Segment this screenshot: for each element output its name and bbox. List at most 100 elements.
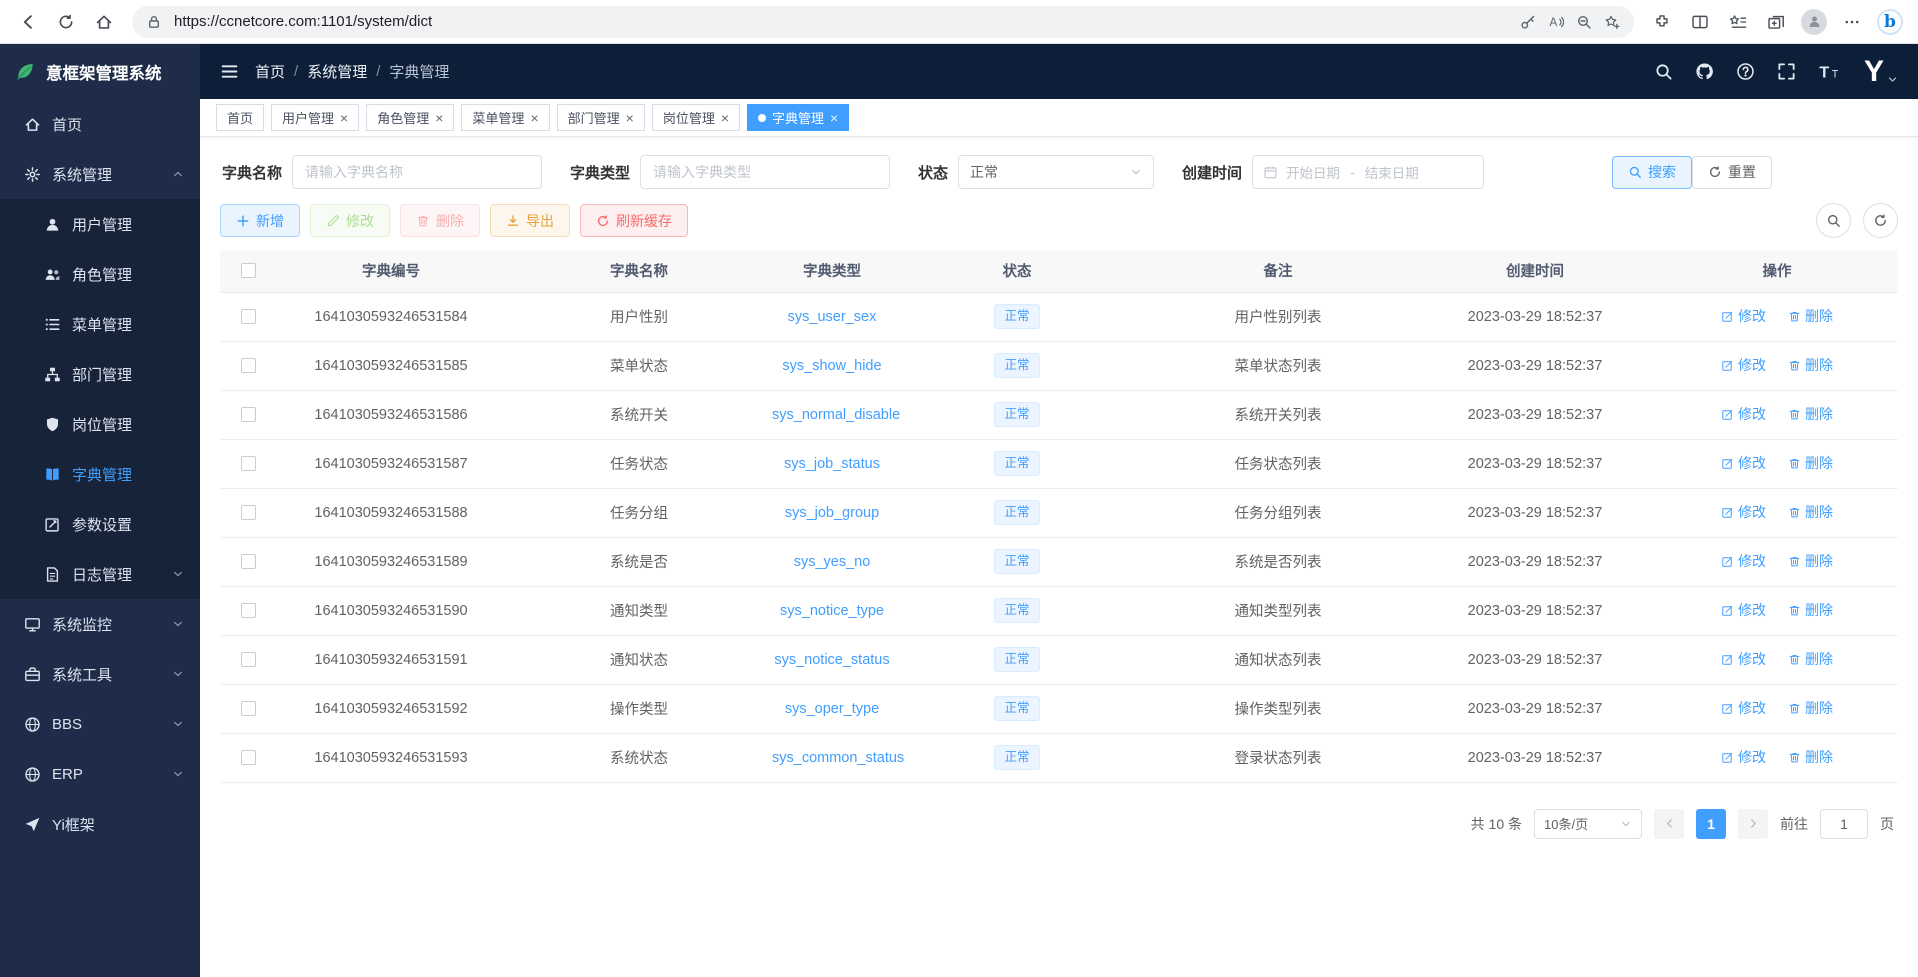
delete-row-button[interactable]: 删除 — [1788, 404, 1833, 424]
row-checkbox[interactable] — [241, 505, 256, 520]
split-screen-button[interactable] — [1682, 4, 1718, 40]
page-size-select[interactable]: 10条/页 — [1534, 809, 1642, 839]
tab-menu-mgmt[interactable]: 菜单管理 × — [461, 104, 549, 131]
breadcrumb-home[interactable]: 首页 — [255, 61, 285, 82]
select-all-checkbox[interactable] — [241, 263, 256, 278]
refresh-cache-button[interactable]: 刷新缓存 — [580, 204, 688, 237]
row-checkbox[interactable] — [241, 456, 256, 471]
edit-row-button[interactable]: 修改 — [1721, 502, 1766, 522]
dict-type-link[interactable]: sys_common_status — [772, 750, 904, 766]
goto-page-input[interactable] — [1820, 809, 1868, 839]
edit-row-button[interactable]: 修改 — [1721, 453, 1766, 473]
close-icon[interactable]: × — [830, 111, 838, 125]
sidebar-item-system-mgmt[interactable]: 系统管理 — [0, 149, 200, 199]
sidebar-item-yi-framework[interactable]: Yi框架 — [0, 799, 200, 849]
delete-row-button[interactable]: 删除 — [1788, 747, 1833, 767]
edit-row-button[interactable]: 修改 — [1721, 404, 1766, 424]
sidebar-item-bbs[interactable]: BBS — [0, 699, 200, 749]
row-checkbox[interactable] — [241, 407, 256, 422]
bing-button[interactable]: b — [1872, 4, 1908, 40]
dict-name-input[interactable] — [292, 155, 542, 189]
sidebar-item-user-mgmt[interactable]: 用户管理 — [0, 199, 200, 249]
address-bar[interactable]: https://ccnetcore.com:1101/system/dict A — [132, 6, 1634, 38]
row-checkbox[interactable] — [241, 309, 256, 324]
close-icon[interactable]: × — [721, 111, 729, 125]
row-checkbox[interactable] — [241, 603, 256, 618]
delete-row-button[interactable]: 删除 — [1788, 502, 1833, 522]
sidebar-item-menu-mgmt[interactable]: 菜单管理 — [0, 299, 200, 349]
edit-row-button[interactable]: 修改 — [1721, 649, 1766, 669]
github-icon[interactable] — [1695, 62, 1714, 81]
delete-row-button[interactable]: 删除 — [1788, 649, 1833, 669]
close-icon[interactable]: × — [340, 111, 348, 125]
row-checkbox[interactable] — [241, 701, 256, 716]
refresh-table-button[interactable] — [1863, 203, 1898, 238]
zoom-icon[interactable] — [1576, 14, 1592, 30]
row-checkbox[interactable] — [241, 358, 256, 373]
delete-row-button[interactable]: 删除 — [1788, 306, 1833, 326]
tab-user-mgmt[interactable]: 用户管理 × — [271, 104, 359, 131]
url-text[interactable]: https://ccnetcore.com:1101/system/dict — [174, 13, 1508, 30]
sidebar-item-erp[interactable]: ERP — [0, 749, 200, 799]
edit-row-button[interactable]: 修改 — [1721, 698, 1766, 718]
password-key-icon[interactable] — [1520, 14, 1536, 30]
collections-button[interactable] — [1758, 4, 1794, 40]
close-icon[interactable]: × — [626, 111, 634, 125]
tab-dept-mgmt[interactable]: 部门管理 × — [557, 104, 645, 131]
browser-reload-button[interactable] — [48, 4, 84, 40]
delete-row-button[interactable]: 删除 — [1788, 600, 1833, 620]
row-checkbox[interactable] — [241, 750, 256, 765]
dict-type-link[interactable]: sys_notice_status — [774, 652, 889, 668]
delete-row-button[interactable]: 删除 — [1788, 355, 1833, 375]
edit-row-button[interactable]: 修改 — [1721, 306, 1766, 326]
add-favorite-icon[interactable] — [1604, 14, 1620, 30]
search-button[interactable]: 搜索 — [1612, 156, 1692, 189]
user-menu[interactable]: Y — [1864, 57, 1898, 87]
fullscreen-icon[interactable] — [1777, 62, 1796, 81]
browser-menu-button[interactable] — [1834, 4, 1870, 40]
extensions-button[interactable] — [1644, 4, 1680, 40]
font-size-icon[interactable]: TT — [1818, 62, 1842, 81]
sidebar-item-dept-mgmt[interactable]: 部门管理 — [0, 349, 200, 399]
dict-type-link[interactable]: sys_notice_type — [780, 603, 884, 619]
next-page-button[interactable] — [1738, 809, 1768, 839]
page-number-button[interactable]: 1 — [1696, 809, 1726, 839]
sidebar-item-home[interactable]: 首页 — [0, 99, 200, 149]
sidebar-item-system-monitor[interactable]: 系统监控 — [0, 599, 200, 649]
sidebar-item-param-settings[interactable]: 参数设置 — [0, 499, 200, 549]
read-aloud-icon[interactable]: A — [1548, 14, 1564, 30]
collapse-sidebar-icon[interactable] — [220, 62, 239, 81]
reset-button[interactable]: 重置 — [1692, 156, 1772, 189]
dict-type-input[interactable] — [640, 155, 890, 189]
sidebar-item-post-mgmt[interactable]: 岗位管理 — [0, 399, 200, 449]
delete-row-button[interactable]: 删除 — [1788, 551, 1833, 571]
edit-row-button[interactable]: 修改 — [1721, 600, 1766, 620]
search-icon[interactable] — [1654, 62, 1673, 81]
close-icon[interactable]: × — [435, 111, 443, 125]
browser-back-button[interactable] — [10, 4, 46, 40]
dict-type-link[interactable]: sys_job_group — [785, 505, 879, 521]
delete-button[interactable]: 删除 — [400, 204, 480, 237]
sidebar-item-role-mgmt[interactable]: 角色管理 — [0, 249, 200, 299]
status-select[interactable]: 正常 — [958, 155, 1154, 189]
dict-type-link[interactable]: sys_show_hide — [782, 358, 881, 374]
toggle-search-button[interactable] — [1816, 203, 1851, 238]
dict-type-link[interactable]: sys_normal_disable — [772, 407, 900, 423]
tab-post-mgmt[interactable]: 岗位管理 × — [652, 104, 740, 131]
favorites-button[interactable] — [1720, 4, 1756, 40]
date-range-picker[interactable]: 开始日期 - 结束日期 — [1252, 155, 1484, 189]
export-button[interactable]: 导出 — [490, 204, 570, 237]
dict-type-link[interactable]: sys_oper_type — [785, 701, 879, 717]
edit-row-button[interactable]: 修改 — [1721, 551, 1766, 571]
dict-type-link[interactable]: sys_yes_no — [794, 554, 871, 570]
breadcrumb-system[interactable]: 系统管理 — [307, 61, 367, 82]
edit-row-button[interactable]: 修改 — [1721, 355, 1766, 375]
prev-page-button[interactable] — [1654, 809, 1684, 839]
sidebar-item-system-tools[interactable]: 系统工具 — [0, 649, 200, 699]
sidebar-item-dict-mgmt[interactable]: 字典管理 — [0, 449, 200, 499]
add-button[interactable]: 新增 — [220, 204, 300, 237]
delete-row-button[interactable]: 删除 — [1788, 698, 1833, 718]
row-checkbox[interactable] — [241, 652, 256, 667]
tab-dict-mgmt[interactable]: 字典管理 × — [747, 104, 849, 131]
row-checkbox[interactable] — [241, 554, 256, 569]
